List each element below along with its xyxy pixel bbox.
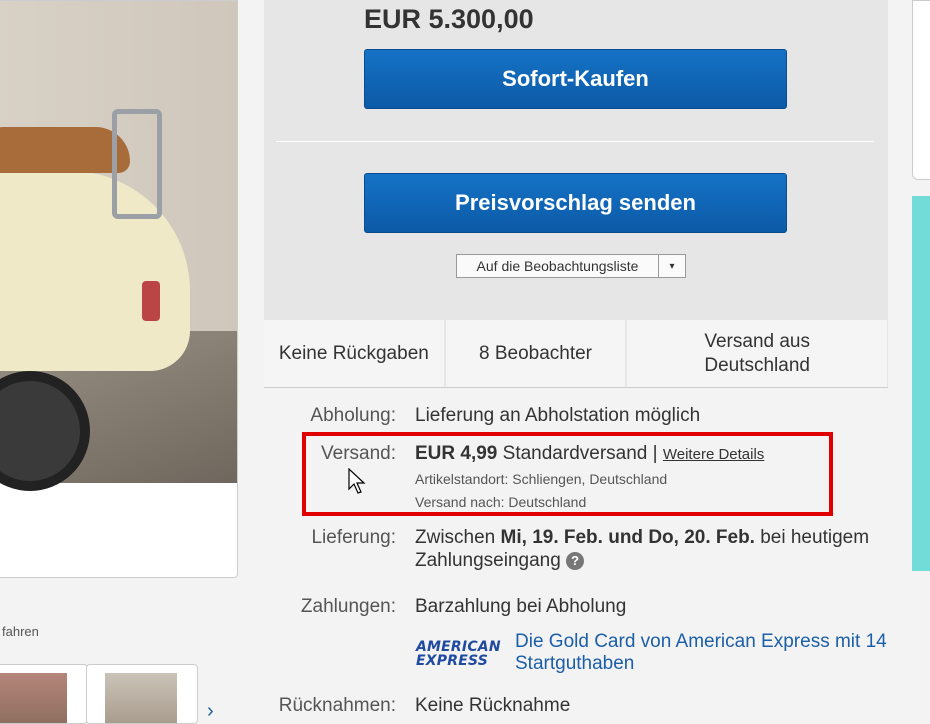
image-caption: fahren — [2, 624, 39, 639]
delivery-line2: Zahlungseingang ? — [415, 550, 585, 572]
thumbnail-next-icon[interactable]: › — [207, 700, 214, 723]
add-to-watchlist-button[interactable]: Auf die Beobachtungsliste — [457, 255, 659, 277]
amex-offer-line1[interactable]: Die Gold Card von American Express mit 1… — [515, 631, 887, 653]
payments-label: Zahlungen: — [300, 596, 396, 617]
make-offer-button[interactable]: Preisvorschlag senden — [364, 173, 787, 233]
delivery-line2-text: Zahlungseingang — [415, 550, 561, 571]
main-product-photo[interactable] — [0, 1, 237, 491]
thumbnail[interactable] — [86, 664, 198, 724]
payments-value: Barzahlung bei Abholung — [415, 596, 627, 617]
image-panel — [0, 0, 238, 578]
delivery-line1: Zwischen Mi, 19. Feb. und Do, 20. Feb. b… — [415, 527, 869, 549]
help-icon[interactable]: ? — [566, 551, 585, 570]
buy-now-button[interactable]: Sofort-Kaufen — [364, 49, 787, 109]
item-price: EUR 5.300,00 — [364, 4, 534, 34]
info-cells: Keine Rückgaben 8 Beobachter Versand aus… — [264, 320, 888, 387]
ships-from-cell: Versand aus Deutschland — [627, 320, 888, 387]
delivery-label: Lieferung: — [311, 527, 396, 548]
pickup-value: Lieferung an Abholstation möglich — [415, 405, 701, 426]
amex-offer-line2[interactable]: Startguthaben — [515, 653, 887, 675]
pickup-label: Abholung: — [310, 405, 396, 426]
returns-cell: Keine Rückgaben — [264, 320, 446, 387]
delivery-prefix: Zwischen — [415, 527, 496, 548]
thumbnail[interactable] — [0, 664, 88, 724]
delivery-dates: Mi, 19. Feb. und Do, 20. Feb. — [500, 527, 755, 548]
buy-box: EUR 5.300,00 Sofort-Kaufen Preisvorschla… — [264, 0, 888, 388]
highlight-box — [302, 432, 833, 516]
chevron-down-icon[interactable]: ▾ — [659, 255, 685, 277]
divider — [276, 141, 874, 142]
amex-logo-line2: EXPRESS — [416, 653, 489, 669]
amex-offer-link[interactable]: Die Gold Card von American Express mit 1… — [515, 631, 887, 675]
watchlist-control: Auf die Beobachtungsliste ▾ — [456, 254, 686, 278]
delivery-suffix: bei heutigem — [760, 527, 870, 548]
amex-logo-line1: AMERICAN — [416, 639, 501, 655]
american-express-logo: AMERICAN EXPRESS — [416, 640, 508, 670]
side-panel — [912, 0, 930, 180]
side-accent-bar — [912, 196, 930, 571]
mouse-cursor-icon — [348, 468, 366, 494]
watchers-cell: 8 Beobachter — [445, 320, 628, 387]
